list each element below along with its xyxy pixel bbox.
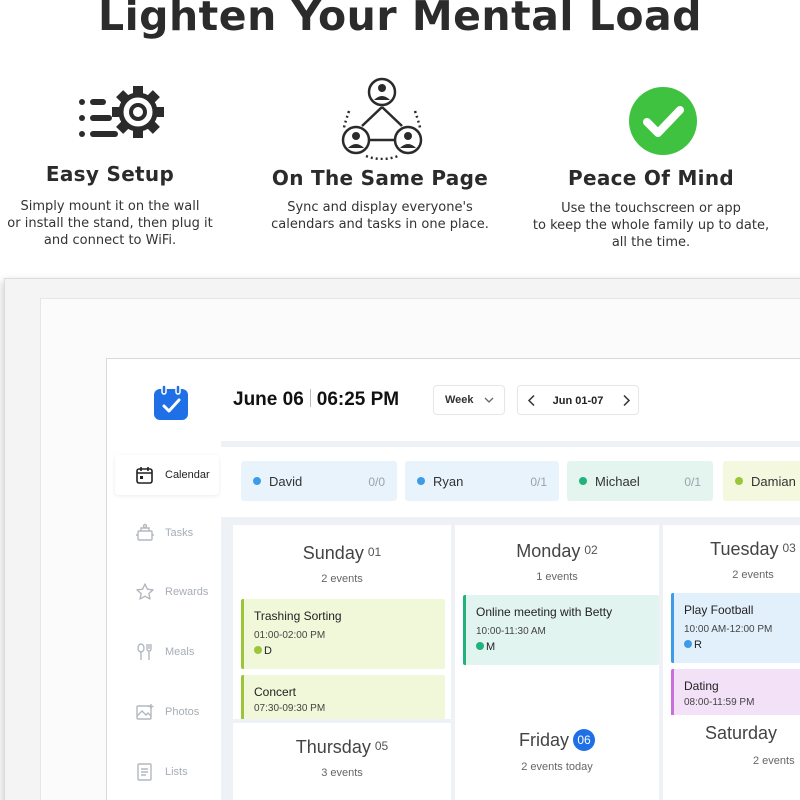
member-name: Michael xyxy=(595,474,640,489)
member-name: Ryan xyxy=(433,474,464,489)
day-header: Thursday 05 xyxy=(295,737,389,757)
sidebar-item-calendar[interactable]: Calendar xyxy=(107,461,221,491)
people-network-icon xyxy=(341,77,423,160)
member-color-dot xyxy=(579,477,587,485)
day-event-count: 1 events xyxy=(536,571,578,583)
day-event-count: 2 events today xyxy=(521,761,593,773)
event-owner: R xyxy=(684,639,702,651)
feature-title: On The Same Page xyxy=(271,166,489,190)
current-date: June 06 xyxy=(233,389,304,410)
feature-same-page: On The Same Page Sync and display everyo… xyxy=(262,76,498,256)
member-chip-ryan[interactable]: Ryan 0/1 xyxy=(405,461,559,501)
sidebar-item-label: Photos xyxy=(165,706,200,718)
event-title: Play Football xyxy=(684,603,754,617)
event-time: 10:00 AM-12:00 PM xyxy=(684,624,773,635)
member-filter-bar: David 0/0 Ryan 0/1 Michael 0/1 Damian xyxy=(221,447,800,517)
event-card[interactable]: Dating 08:00-11:59 PM xyxy=(671,669,800,719)
day-event-count: 2 events xyxy=(753,755,795,767)
gear-list-icon xyxy=(79,86,164,138)
member-task-count: 0/1 xyxy=(684,475,701,489)
feature-title: Easy Setup xyxy=(45,162,175,186)
today-badge: 06 xyxy=(573,729,595,751)
feature-easy-setup: Easy Setup Simply mount it on the wall o… xyxy=(0,80,220,260)
date-range-nav: Jun 01-07 xyxy=(517,385,639,415)
day-card-sunday[interactable]: Sunday 01 2 events Trashing Sorting 01:00… xyxy=(233,525,451,719)
member-chip-michael[interactable]: Michael 0/1 xyxy=(567,461,713,501)
event-card[interactable]: Play Football 10:00 AM-12:00 PM R xyxy=(671,593,800,663)
tasks-icon xyxy=(136,523,154,541)
current-datetime: June 06 06:25 PM xyxy=(233,389,399,411)
current-time: 06:25 PM xyxy=(316,389,400,410)
device-screen: Calendar Tasks Rewards Meals Photos List… xyxy=(106,358,800,800)
photos-icon xyxy=(136,704,154,720)
member-task-count: 0/0 xyxy=(368,475,385,489)
event-card[interactable]: Online meeting with Betty 10:00-11:30 AM… xyxy=(463,595,659,665)
sidebar-item-label: Tasks xyxy=(165,527,194,539)
event-card[interactable]: Trashing Sorting 01:00-02:00 PM D xyxy=(241,599,445,669)
feature-description: Simply mount it on the wall or install t… xyxy=(7,199,213,248)
day-header: Sunday 01 xyxy=(302,543,382,563)
feature-description: Sync and display everyone's calendars an… xyxy=(271,200,489,232)
sidebar: Calendar Tasks Rewards Meals Photos List… xyxy=(107,359,221,800)
day-header: Tuesday 03 xyxy=(710,539,796,559)
feature-title: Peace Of Mind xyxy=(568,166,734,190)
chevron-right-icon[interactable] xyxy=(620,394,632,407)
calendar-icon xyxy=(136,467,153,484)
event-time: 08:00-11:59 PM xyxy=(684,697,755,708)
event-title: Trashing Sorting xyxy=(254,609,342,623)
day-header: Friday 06 xyxy=(455,729,659,751)
member-color-dot xyxy=(253,477,261,485)
event-time: 01:00-02:00 PM xyxy=(254,630,326,641)
day-card-tuesday[interactable]: Tuesday 03 2 events Play Football 10:00 A… xyxy=(663,525,800,719)
rewards-icon xyxy=(136,583,154,600)
sidebar-item-photos[interactable]: Photos xyxy=(107,698,221,728)
divider xyxy=(309,389,311,407)
event-time: 10:00-11:30 AM xyxy=(476,626,546,637)
day-card-friday[interactable]: Friday 06 2 events today xyxy=(455,719,659,800)
member-color-dot xyxy=(735,477,743,485)
day-event-count: 2 events xyxy=(732,569,774,581)
day-card-saturday[interactable]: Saturday 2 events xyxy=(663,715,800,800)
day-event-count: 2 events xyxy=(321,573,363,585)
day-card-monday[interactable]: Monday 02 1 events Online meeting with Be… xyxy=(455,525,659,719)
member-chip-damian[interactable]: Damian xyxy=(723,461,800,501)
member-task-count: 0/1 xyxy=(530,475,547,489)
event-title: Dating xyxy=(684,679,719,693)
event-owner: M xyxy=(476,641,495,653)
app-logo-icon xyxy=(154,385,188,420)
meals-icon xyxy=(137,643,152,660)
event-card[interactable]: Concert 07:30-09:30 PM xyxy=(241,675,445,719)
day-card-thursday[interactable]: Thursday 05 3 events xyxy=(233,723,451,800)
event-title: Concert xyxy=(254,685,297,699)
sidebar-item-tasks[interactable]: Tasks xyxy=(107,519,221,549)
sidebar-item-meals[interactable]: Meals xyxy=(107,638,221,668)
lists-icon xyxy=(137,763,152,781)
calendar-header: June 06 06:25 PM Week Jun 01-07 xyxy=(221,359,800,441)
sidebar-item-lists[interactable]: Lists xyxy=(107,758,221,788)
view-select-value: Week xyxy=(445,394,474,406)
event-title: Online meeting with Betty xyxy=(476,605,613,619)
event-owner: D xyxy=(254,645,272,657)
feature-description: Use the touchscreen or app to keep the w… xyxy=(532,201,770,250)
feature-peace-of-mind: Peace Of Mind Use the touchscreen or app… xyxy=(518,86,784,256)
view-select[interactable]: Week xyxy=(433,385,505,415)
member-color-dot xyxy=(417,477,425,485)
headline: Lighten Your Mental Load xyxy=(97,0,703,40)
day-header: Saturday xyxy=(705,723,778,743)
member-name: Damian xyxy=(751,474,796,489)
checkmark-circle-icon xyxy=(629,87,697,155)
week-grid: Sunday 01 2 events Trashing Sorting 01:00… xyxy=(233,525,800,800)
sidebar-item-label: Meals xyxy=(165,646,195,658)
sidebar-item-label: Lists xyxy=(165,766,188,778)
event-time: 07:30-09:30 PM xyxy=(254,703,326,714)
sidebar-item-label: Calendar xyxy=(165,469,210,481)
member-chip-david[interactable]: David 0/0 xyxy=(241,461,397,501)
sidebar-item-rewards[interactable]: Rewards xyxy=(107,578,221,608)
sidebar-item-label: Rewards xyxy=(165,586,209,598)
member-name: David xyxy=(269,474,303,489)
day-event-count: 3 events xyxy=(321,767,363,779)
day-header: Monday 02 xyxy=(516,541,598,561)
chevron-down-icon xyxy=(484,397,494,403)
